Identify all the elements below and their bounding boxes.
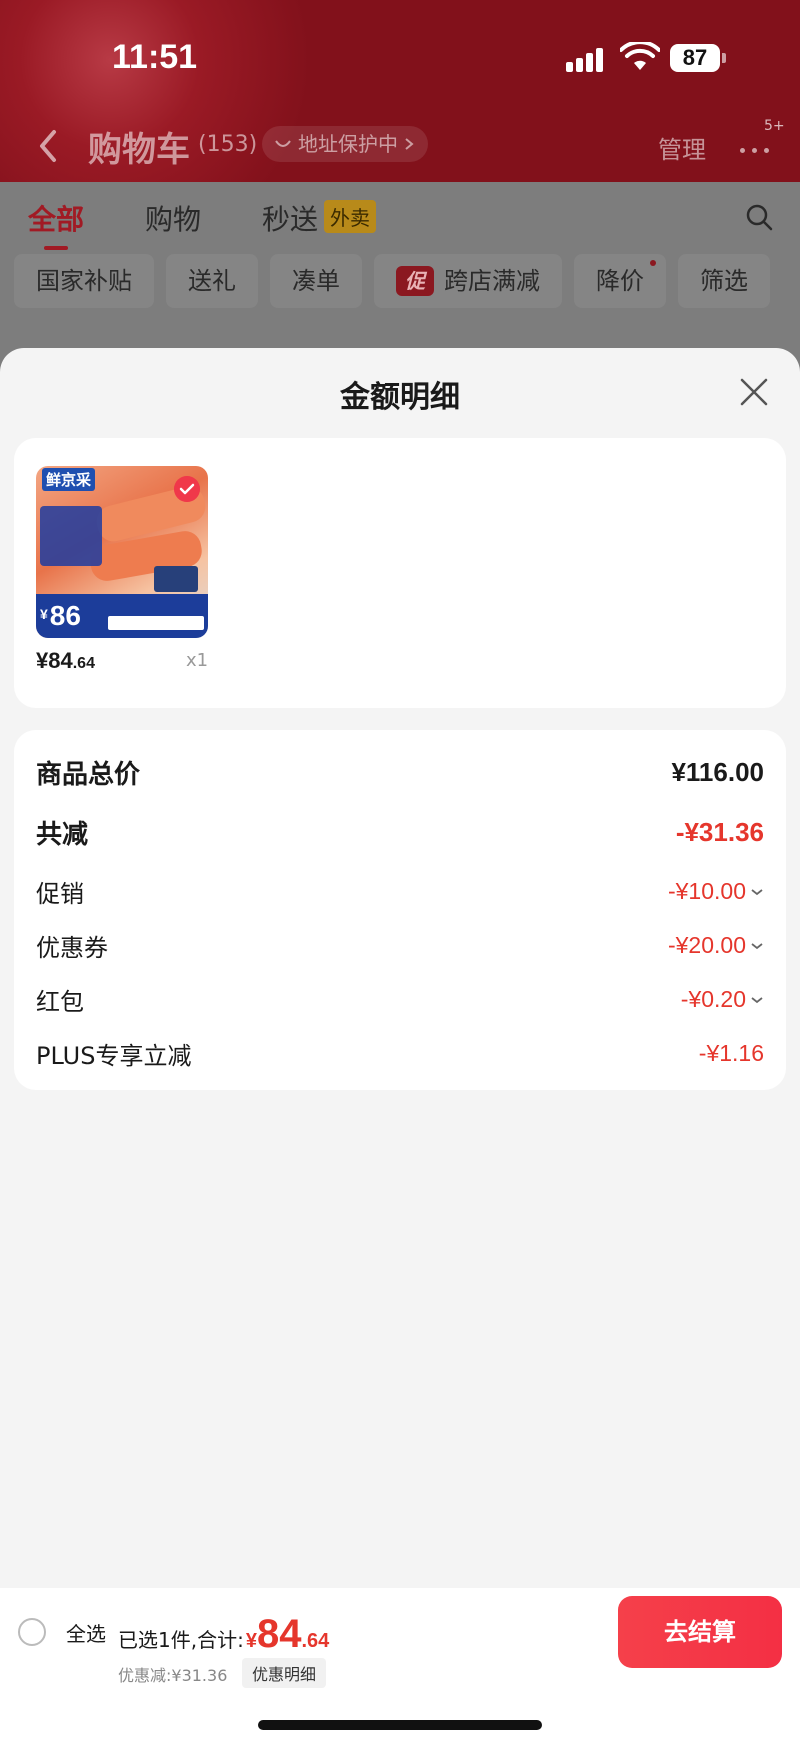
status-time: 11:51 — [112, 38, 198, 76]
chevron-down-icon — [751, 942, 763, 949]
summary-value: ¥116.00 — [671, 757, 764, 787]
price-summary-card: 商品总价 ¥116.00 共减 -¥31.36 促销 -¥10.00 优惠券 -… — [14, 730, 786, 1090]
battery-indicator: 87 — [670, 44, 726, 72]
total-int: 84 — [256, 1612, 302, 1656]
chevron-down-icon — [751, 996, 763, 1003]
checked-icon — [174, 476, 200, 502]
summary-value: -¥0.20 — [680, 986, 746, 1012]
summary-value-wrap: -¥20.00 — [668, 932, 764, 959]
chip-gift[interactable]: 送礼 — [166, 254, 258, 308]
chip-add-on[interactable]: 凑单 — [270, 254, 362, 308]
wifi-icon — [620, 42, 660, 70]
total-dec: .64 — [301, 1630, 330, 1652]
chevron-right-icon — [405, 138, 414, 150]
chip-price-drop[interactable]: 降价 — [574, 254, 666, 308]
product-package-graphic — [154, 566, 198, 592]
selected-prefix: 已选1件,合计: — [118, 1628, 244, 1652]
summary-value: -¥31.36 — [675, 817, 764, 847]
more-icon[interactable] — [736, 130, 776, 160]
summary-value: -¥10.00 — [667, 878, 746, 904]
summary-value: -¥20.00 — [667, 932, 746, 958]
more-badge: 5+ — [764, 118, 785, 134]
tab-instant-delivery-label: 秒送 — [262, 203, 319, 236]
total-price: ¥84.64 — [246, 1612, 329, 1657]
summary-row-total-discount: 共减 -¥31.36 — [36, 814, 764, 851]
selected-summary: 已选1件,合计: ¥84.64 — [118, 1612, 329, 1657]
summary-row-promotion[interactable]: 促销 -¥10.00 — [36, 874, 764, 909]
product-price: ¥84.64 — [36, 648, 95, 674]
tab-shopping[interactable]: 购物 — [145, 198, 201, 238]
close-icon[interactable] — [738, 376, 770, 408]
manage-button[interactable]: 管理 — [658, 130, 706, 165]
summary-value: -¥1.16 — [698, 1040, 764, 1066]
back-arrow-icon[interactable] — [34, 126, 64, 166]
search-icon[interactable] — [744, 202, 774, 232]
checkout-button[interactable]: 去结算 — [618, 1596, 782, 1668]
summary-label: 商品总价 — [36, 760, 141, 790]
smile-icon — [275, 140, 291, 147]
summary-label: 促销 — [36, 880, 84, 908]
total-currency: ¥ — [245, 1630, 257, 1652]
chip-filter-label: 筛选 — [700, 267, 748, 295]
takeout-tag: 外卖 — [324, 200, 377, 233]
chip-price-drop-label: 降价 — [596, 267, 644, 295]
select-all-label[interactable]: 全选 — [66, 1618, 106, 1647]
filter-chips: 国家补贴 送礼 凑单 促 跨店满减 降价 筛选 — [14, 254, 800, 308]
promo-icon: 促 — [396, 266, 434, 296]
product-quantity: x1 — [186, 650, 209, 671]
address-protect-label: 地址保护中 — [298, 132, 398, 156]
checkout-bar: 全选 已选1件,合计: ¥84.64 优惠减:¥31.36 优惠明细 去结算 — [0, 1588, 800, 1738]
selected-products-card: 鲜京采 ¥86 ¥84.64 x1 — [14, 438, 786, 708]
sheet-title: 金额明细 — [340, 380, 460, 415]
address-protect-pill[interactable]: 地址保护中 — [262, 126, 428, 162]
nav-bar: 购物车 (153) 地址保护中 管理 5+ — [0, 110, 800, 182]
badge-currency: ¥ — [40, 606, 48, 622]
summary-value-wrap: -¥10.00 — [668, 878, 764, 905]
chip-filter[interactable]: 筛选 — [678, 254, 770, 308]
tab-all[interactable]: 全部 — [28, 198, 84, 250]
home-indicator — [258, 1720, 542, 1730]
page-title: 购物车 — [88, 130, 190, 170]
chip-cross-store-discount[interactable]: 促 跨店满减 — [374, 254, 562, 308]
product-badge-price: ¥86 — [40, 600, 81, 632]
summary-label: 共减 — [36, 820, 89, 850]
tab-instant-delivery[interactable]: 秒送 外卖 — [262, 198, 377, 238]
summary-row-total: 商品总价 ¥116.00 — [36, 754, 764, 791]
chevron-down-icon — [751, 888, 763, 895]
summary-label: 红包 — [36, 988, 84, 1016]
coupon-strip — [108, 616, 204, 630]
chip-national-subsidy[interactable]: 国家补贴 — [14, 254, 154, 308]
cart-count: (153) — [198, 132, 258, 157]
product-image[interactable]: 鲜京采 ¥86 — [36, 466, 208, 638]
product-brand: 鲜京采 — [42, 468, 96, 491]
chip-cross-store-discount-label: 跨店满减 — [444, 267, 540, 295]
summary-value-wrap: -¥0.20 — [681, 986, 764, 1013]
product-info-panel — [40, 506, 102, 566]
discount-amount: 优惠减:¥31.36 — [118, 1666, 228, 1685]
cellular-signal-icon — [566, 46, 608, 72]
summary-row-coupon[interactable]: 优惠券 -¥20.00 — [36, 928, 764, 963]
summary-row-plus-discount: PLUS专享立减 -¥1.16 — [36, 1036, 764, 1071]
cart-tabs: 全部 购物 秒送 外卖 — [0, 182, 800, 250]
status-bar: 11:51 87 — [0, 0, 800, 110]
product-price-dec: .64 — [72, 655, 95, 672]
product-price-int: ¥84 — [36, 648, 73, 673]
amount-detail-sheet: 金额明细 鲜京采 ¥86 ¥84.64 x1 商品总价 ¥116.00 共减 -… — [0, 348, 800, 1738]
summary-row-red-packet[interactable]: 红包 -¥0.20 — [36, 982, 764, 1017]
notification-dot — [650, 260, 656, 266]
badge-price-value: 86 — [49, 600, 81, 631]
summary-label: PLUS专享立减 — [36, 1042, 192, 1070]
discount-detail-button[interactable]: 优惠明细 — [242, 1658, 327, 1688]
select-all-radio[interactable] — [18, 1618, 46, 1646]
summary-label: 优惠券 — [36, 934, 108, 962]
